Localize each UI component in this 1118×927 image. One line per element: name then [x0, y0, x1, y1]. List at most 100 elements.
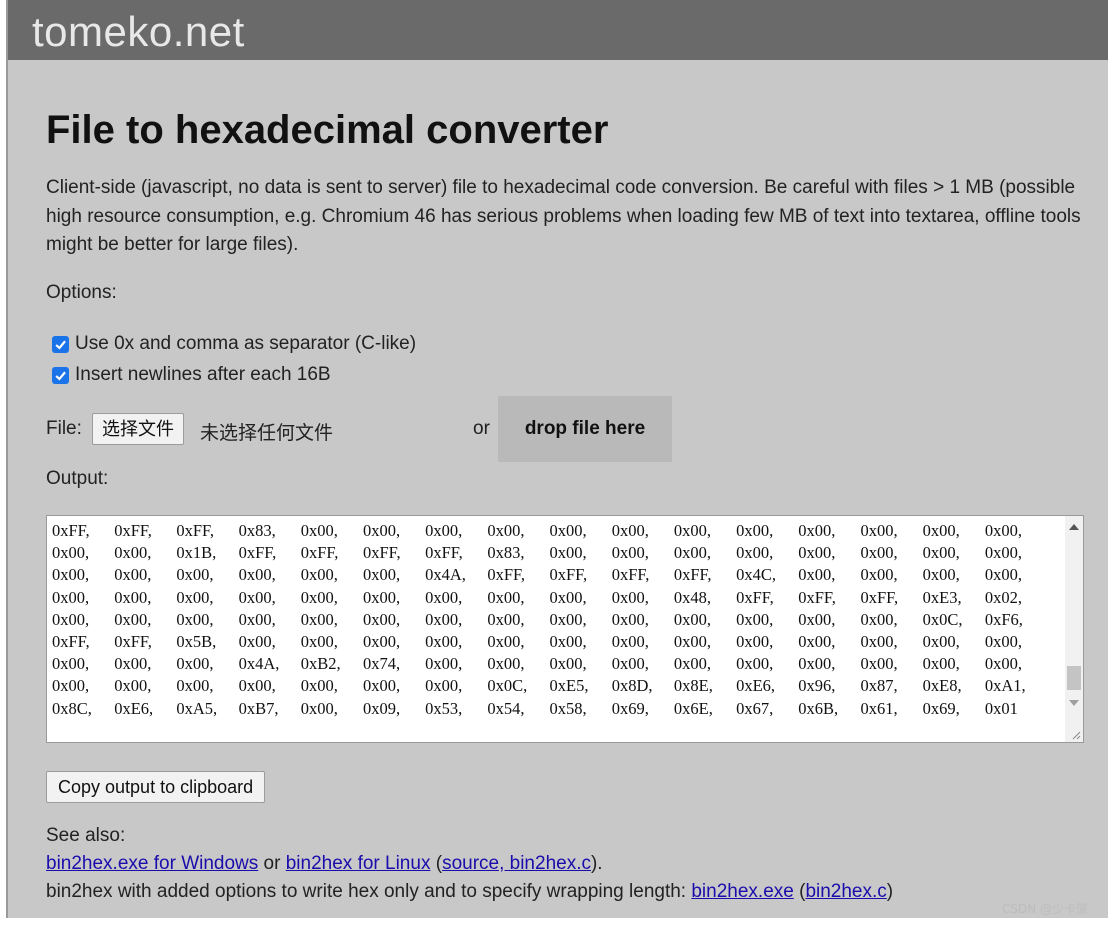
hex-byte: 0x00, — [238, 609, 276, 629]
hex-byte: 0x00, — [860, 609, 898, 629]
hex-byte: 0x01 — [984, 698, 1018, 718]
hex-byte: 0xFF, — [425, 543, 463, 563]
scroll-up-arrow-icon[interactable] — [1069, 524, 1079, 530]
hex-byte: 0x00, — [425, 676, 463, 696]
choose-file-button[interactable]: 选择文件 — [92, 413, 184, 445]
hex-byte: 0x4C, — [736, 565, 776, 585]
hex-byte: 0xA5, — [176, 698, 218, 718]
hex-byte: 0x00, — [549, 609, 587, 629]
hex-byte: 0x00, — [673, 654, 711, 674]
file-drop-zone[interactable]: drop file here — [498, 396, 672, 462]
hex-byte: 0x00, — [860, 543, 898, 563]
hex-byte: 0x00, — [52, 676, 90, 696]
hex-byte: 0x00, — [362, 632, 401, 652]
site-name[interactable]: tomeko.net — [32, 8, 245, 56]
option-label: Use 0x and comma as separator (C-like) — [75, 333, 417, 354]
hex-byte: 0x83, — [238, 521, 276, 540]
hex-output-line: 0x00, 0x00, 0x00, 0x00, 0x00, 0x00, 0x4A, 0xFF,… — [52, 564, 1057, 586]
hex-byte: 0x69, — [611, 698, 649, 718]
hex-byte: 0x8D, — [611, 676, 653, 696]
hex-output-line: 0xFF, 0xFF, 0xFF, 0x83, 0x00, 0x00, 0x00, 0x00,… — [52, 520, 1057, 542]
hex-byte: 0x0C, — [487, 676, 528, 696]
hex-byte: 0x00, — [860, 654, 898, 674]
link-bin2hex-windows[interactable]: bin2hex.exe for Windows — [46, 853, 258, 874]
no-file-chosen-text: 未选择任何文件 — [200, 423, 334, 444]
hex-byte: 0x00, — [736, 609, 774, 629]
hex-byte: 0x8C, — [52, 698, 92, 718]
checkbox-checked-icon[interactable] — [52, 366, 69, 384]
hex-byte: 0x6E, — [673, 698, 713, 718]
hex-byte: 0xB2, — [300, 654, 341, 674]
hex-byte: 0x74, — [362, 654, 401, 674]
hex-byte: 0x00, — [611, 521, 649, 540]
connector-text: ( — [793, 881, 806, 902]
connector-text: ( — [430, 853, 443, 874]
link-bin2hex-exe[interactable]: bin2hex.exe — [691, 881, 793, 902]
hex-byte: 0x00, — [798, 609, 836, 629]
hex-byte: 0x00, — [238, 587, 276, 607]
hex-byte: 0xFF, — [736, 587, 774, 607]
hex-byte: 0x00, — [798, 632, 836, 652]
hex-byte: 0x00, — [114, 543, 152, 563]
connector-text: or — [258, 853, 286, 874]
hex-byte: 0x00, — [425, 654, 463, 674]
file-label: File: — [46, 418, 82, 439]
hex-byte: 0x00, — [611, 632, 649, 652]
hex-byte: 0x00, — [860, 632, 898, 652]
intro-text: Client-side (javascript, no data is sent… — [46, 177, 1081, 255]
hex-byte: 0x58, — [549, 698, 587, 718]
hex-byte: 0xFF, — [798, 587, 836, 607]
hex-byte: 0x00, — [238, 632, 276, 652]
hex-byte: 0x0C, — [922, 609, 963, 629]
hex-byte: 0x00, — [611, 543, 649, 563]
hex-byte: 0x00, — [52, 609, 90, 629]
hex-output-line: 0xFF, 0xFF, 0x5B, 0x00, 0x00, 0x00, 0x00, 0x00,… — [52, 631, 1057, 653]
hex-byte: 0xFF, — [238, 543, 277, 563]
hex-byte: 0x00, — [922, 521, 960, 540]
see-also-line-2: bin2hex with added options to write hex … — [46, 881, 893, 903]
copy-output-button[interactable]: Copy output to clipboard — [46, 771, 266, 803]
hex-byte: 0x00, — [673, 521, 711, 540]
option-newlines-16b[interactable]: Insert newlines after each 16B — [52, 364, 331, 386]
hex-byte: 0xE8, — [922, 676, 962, 696]
hex-byte: 0xA1, — [984, 676, 1026, 696]
hex-byte: 0x00, — [52, 543, 90, 563]
hex-byte: 0x00, — [860, 565, 898, 585]
hex-byte: 0x00, — [487, 654, 525, 674]
hex-byte: 0x00, — [736, 654, 774, 674]
hex-byte: 0x00, — [176, 609, 214, 629]
hex-byte: 0xFF, — [611, 565, 650, 585]
link-bin2hex-c[interactable]: bin2hex.c — [805, 881, 886, 902]
hex-byte: 0x00, — [362, 609, 401, 629]
hex-byte: 0x00, — [984, 521, 1022, 540]
output-textarea[interactable]: 0xFF, 0xFF, 0xFF, 0x83, 0x00, 0x00, 0x00, 0x00,… — [46, 515, 1084, 743]
hex-byte: 0x00, — [176, 654, 214, 674]
hex-byte: 0xFF, — [114, 521, 152, 540]
hex-byte: 0x00, — [922, 654, 960, 674]
hex-byte: 0x00, — [611, 654, 649, 674]
hex-byte: 0x00, — [114, 654, 152, 674]
hex-output-line: 0x00, 0x00, 0x00, 0x00, 0x00, 0x00, 0x00, 0x0C,… — [52, 675, 1057, 697]
hex-byte: 0x00, — [238, 676, 276, 696]
checkbox-checked-icon[interactable] — [52, 335, 69, 353]
page-title: File to hexadecimal converter — [46, 108, 609, 152]
hex-byte: 0x00, — [425, 632, 463, 652]
hex-byte: 0xFF, — [52, 632, 90, 652]
scroll-thumb[interactable] — [1067, 666, 1081, 690]
hex-byte: 0xFF, — [114, 632, 152, 652]
scroll-down-arrow-icon[interactable] — [1069, 700, 1079, 706]
link-bin2hex-linux[interactable]: bin2hex for Linux — [286, 853, 431, 874]
hex-byte: 0x61, — [860, 698, 898, 718]
hex-byte: 0x00, — [425, 521, 463, 540]
hex-byte: 0x00, — [300, 676, 338, 696]
option-c-like-separator[interactable]: Use 0x and comma as separator (C-like) — [52, 333, 416, 355]
page-frame: tomeko.net File to hexadecimal converter… — [6, 0, 1108, 918]
vertical-scrollbar[interactable] — [1065, 516, 1083, 742]
hex-byte: 0x96, — [798, 676, 836, 696]
hex-byte: 0x00, — [300, 632, 338, 652]
hex-byte: 0x67, — [736, 698, 774, 718]
resize-grip-icon[interactable] — [1071, 730, 1081, 740]
hex-byte: 0x00, — [611, 587, 649, 607]
link-source-bin2hex-c[interactable]: source, bin2hex.c — [442, 853, 591, 874]
hex-byte: 0x00, — [673, 632, 711, 652]
